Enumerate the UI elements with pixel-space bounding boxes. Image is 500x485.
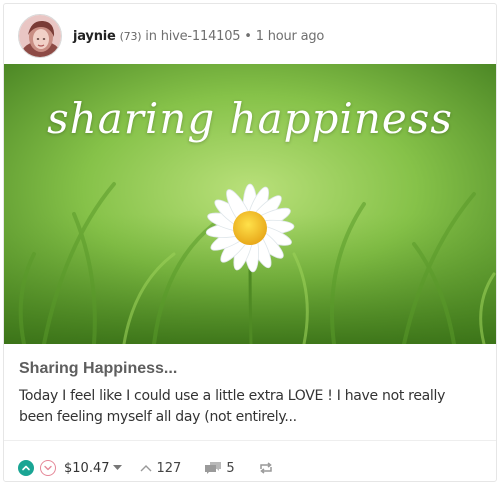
post-footer: $10.47 127 5 <box>18 456 273 480</box>
votes-chevron-icon <box>140 465 151 472</box>
post-image[interactable]: sharing happiness <box>4 64 496 344</box>
divider <box>4 440 496 441</box>
upvote-icon[interactable] <box>18 460 34 476</box>
reblog-button[interactable] <box>259 462 273 474</box>
downvote-icon[interactable] <box>40 460 56 476</box>
payout-button[interactable]: $10.47 <box>64 461 122 476</box>
votes-count: 127 <box>156 460 182 476</box>
post-header: jaynie (73) in hive-114105 • 1 hour ago <box>18 13 324 59</box>
comments-count: 5 <box>226 460 235 476</box>
votes-button[interactable]: 127 <box>140 460 182 476</box>
chevron-down-icon <box>112 465 122 470</box>
comments-icon <box>205 461 222 474</box>
community-link[interactable]: hive-114105 <box>161 29 241 44</box>
payout-value: $10.47 <box>64 460 110 476</box>
post-excerpt[interactable]: Today I feel like I could use a little e… <box>19 386 481 428</box>
comments-button[interactable]: 5 <box>205 460 235 476</box>
post-title[interactable]: Sharing Happiness... <box>19 360 177 378</box>
separator-dot: • <box>244 28 252 44</box>
author-line: jaynie (73) in hive-114105 • 1 hour ago <box>73 29 324 44</box>
reblog-icon <box>259 462 272 474</box>
post-time[interactable]: 1 hour ago <box>256 29 325 44</box>
author-name[interactable]: jaynie <box>73 29 116 44</box>
avatar[interactable] <box>18 14 62 58</box>
community-prefix: in <box>145 28 157 44</box>
post-card[interactable]: jaynie (73) in hive-114105 • 1 hour ago <box>3 3 497 482</box>
image-caption: sharing happiness <box>47 94 453 143</box>
author-reputation: (73) <box>119 29 142 43</box>
